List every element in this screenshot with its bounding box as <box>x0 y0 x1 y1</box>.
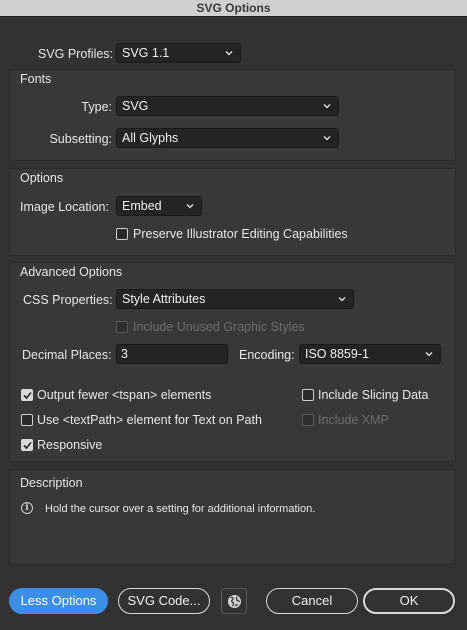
encoding-value: ISO 8859-1 <box>305 347 369 361</box>
svg-profiles-value: SVG 1.1 <box>122 46 170 60</box>
advanced-options-title: Advanced Options <box>20 265 123 279</box>
window-title: SVG Options <box>0 0 467 17</box>
decimal-places-label: Decimal Places: <box>22 348 112 362</box>
font-type-label: Type: <box>81 100 112 114</box>
less-options-button[interactable]: Less Options <box>9 588 108 614</box>
description-panel: Description <box>9 469 456 565</box>
image-location-label: Image Location: <box>20 200 109 214</box>
responsive-checkbox[interactable] <box>21 439 33 451</box>
fonts-panel-title: Fonts <box>20 72 52 86</box>
chevron-down-icon <box>323 134 331 142</box>
preserve-editing-label: Preserve Illustrator Editing Capabilitie… <box>133 227 348 241</box>
description-title: Description <box>20 476 83 490</box>
chevron-down-icon <box>225 49 233 57</box>
chevron-down-icon <box>425 350 433 358</box>
include-slicing-checkbox[interactable] <box>302 389 314 401</box>
subsetting-select[interactable]: All Glyphs <box>116 128 339 148</box>
checkmark-icon <box>23 441 32 450</box>
checkmark-icon <box>23 391 32 400</box>
info-icon: i <box>21 502 33 514</box>
svg-profiles-select[interactable]: SVG 1.1 <box>116 43 241 63</box>
svg-code-button[interactable]: SVG Code... <box>118 588 210 614</box>
output-fewer-tspan-checkbox[interactable] <box>21 389 33 401</box>
image-location-select[interactable]: Embed <box>116 196 202 216</box>
description-text: Hold the cursor over a setting for addit… <box>45 503 316 515</box>
chevron-down-icon <box>338 295 346 303</box>
preserve-editing-checkbox[interactable] <box>116 228 128 240</box>
chevron-down-icon <box>323 102 331 110</box>
css-properties-value: Style Attributes <box>122 292 206 306</box>
web-preview-button[interactable] <box>221 588 247 614</box>
image-location-value: Embed <box>122 199 162 213</box>
output-fewer-tspan-label: Output fewer <tspan> elements <box>37 388 212 402</box>
cancel-button[interactable]: Cancel <box>266 588 358 614</box>
include-unused-styles-checkbox[interactable] <box>116 321 128 333</box>
css-properties-select[interactable]: Style Attributes <box>116 289 354 309</box>
css-properties-label: CSS Properties: <box>23 293 113 307</box>
font-type-select[interactable]: SVG <box>116 96 339 116</box>
chevron-down-icon <box>186 202 194 210</box>
include-xmp-label: Include XMP <box>318 413 389 427</box>
decimal-places-input[interactable]: 3 <box>116 344 228 364</box>
include-xmp-checkbox[interactable] <box>302 414 314 426</box>
use-textpath-checkbox[interactable] <box>21 414 33 426</box>
options-panel-title: Options <box>20 171 64 185</box>
include-slicing-label: Include Slicing Data <box>318 388 429 402</box>
subsetting-label: Subsetting: <box>49 132 112 146</box>
svg-profiles-label: SVG Profiles: <box>38 47 114 61</box>
font-type-value: SVG <box>122 99 149 113</box>
responsive-label: Responsive <box>37 438 103 452</box>
encoding-select[interactable]: ISO 8859-1 <box>299 344 441 364</box>
use-textpath-label: Use <textPath> element for Text on Path <box>37 413 262 427</box>
globe-icon <box>227 594 242 609</box>
include-unused-styles-label: Include Unused Graphic Styles <box>133 320 305 334</box>
ok-button[interactable]: OK <box>363 588 455 614</box>
encoding-label: Encoding: <box>239 348 295 362</box>
subsetting-value: All Glyphs <box>122 131 179 145</box>
